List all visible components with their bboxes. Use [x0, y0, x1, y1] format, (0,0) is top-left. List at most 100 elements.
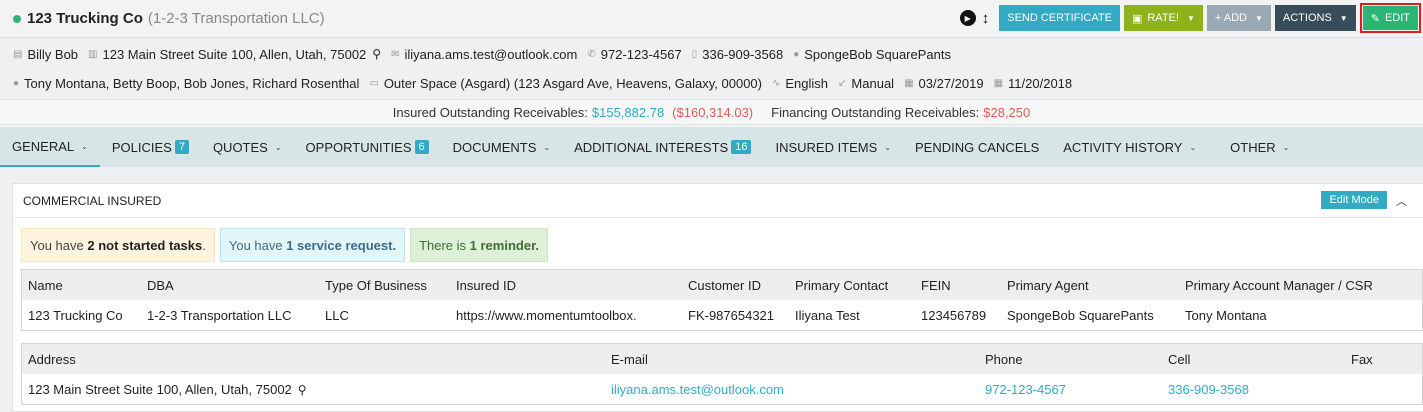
tab-activity-history[interactable]: ACTIVITY HISTORY ⌄ — [1051, 127, 1208, 167]
map-pin-icon[interactable]: ⚲ — [298, 383, 307, 397]
phone[interactable]: ✆ 972-123-4567 — [587, 47, 681, 62]
insured-receivables-value[interactable]: $155,882.78 — [592, 105, 664, 120]
alert-text: There is — [419, 237, 470, 253]
tab-label: POLICIES — [111, 139, 172, 155]
table-cell: Tony Montana — [1185, 307, 1267, 323]
contact-name-text: Billy Bob — [27, 46, 79, 62]
table-cell: LLC — [325, 307, 349, 323]
date-since: ▦ 11/20/2018 — [994, 76, 1073, 91]
tab-label: INSURED ITEMS — [775, 139, 878, 155]
tab-label: DOCUMENTS — [452, 139, 537, 155]
rate-button-label: RATE! — [1147, 12, 1179, 24]
service-request-alert[interactable]: You have 1 service request. — [219, 228, 406, 262]
commercial-insured-panel: COMMERCIAL INSURED Edit Mode ︿ You have … — [12, 183, 1423, 412]
building-icon: ▥ — [88, 48, 98, 60]
tab-label: ADDITIONAL INTERESTS — [574, 139, 729, 155]
cell-link[interactable]: 336-909-3568 — [1168, 382, 1249, 397]
column-header: Primary Agent — [1007, 277, 1089, 293]
page-subtitle: (1-2-3 Transportation LLC) — [147, 10, 325, 27]
tab-opportunities[interactable]: OPPORTUNITIES 6 — [294, 127, 441, 167]
phone-text: 972-123-4567 — [600, 46, 682, 62]
chevron-down-icon: ⌄ — [274, 142, 282, 152]
tab-quotes[interactable]: QUOTES ⌄ — [201, 127, 294, 167]
table-header-row: Address E-mail Phone Cell Fax — [22, 344, 1422, 374]
team: ● Tony Montana, Betty Boop, Bob Jones, Ri… — [13, 76, 359, 91]
column-header: Primary Account Manager / CSR — [1185, 277, 1373, 293]
insured-receivables-negative[interactable]: ($160,314.03) — [672, 105, 753, 120]
chevron-down-icon: ⌄ — [543, 142, 551, 152]
chevron-up-icon[interactable]: ︿ — [1396, 193, 1407, 209]
tag-icon: ▭ — [369, 77, 379, 89]
add-button[interactable]: + ADD ▼ — [1206, 5, 1271, 31]
page-title: 123 Trucking Co — [27, 10, 143, 27]
chevron-down-icon: ⌄ — [1189, 142, 1197, 152]
tab-policies[interactable]: POLICIES 7 — [100, 127, 201, 167]
calendar-icon: ▦ — [993, 77, 1004, 89]
tab-additional-interests[interactable]: ADDITIONAL INTERESTS 16 — [562, 127, 763, 167]
email[interactable]: ✉ iliyana.ams.test@outlook.com — [391, 47, 577, 62]
table-row: 123 Trucking Co 1-2-3 Transportation LLC… — [22, 300, 1422, 330]
edit-highlight: ✎ EDIT — [1359, 3, 1421, 33]
alert-bold: 2 not started tasks — [87, 237, 203, 253]
count-badge: 7 — [174, 140, 189, 154]
contact-info-table: Address E-mail Phone Cell Fax 123 Main S… — [21, 343, 1423, 405]
tab-label: GENERAL — [12, 138, 75, 154]
column-header: E-mail — [611, 351, 648, 367]
send-certificate-button[interactable]: SEND CERTIFICATE — [999, 5, 1120, 31]
financing-receivables-value[interactable]: $28,250 — [983, 105, 1030, 120]
column-header: Primary Contact — [795, 277, 889, 293]
column-header: Cell — [1168, 351, 1191, 367]
up-down-arrow-icon[interactable]: ↕ — [982, 11, 990, 26]
insured-receivables-label: Insured Outstanding Receivables: — [392, 104, 588, 120]
tab-other[interactable]: OTHER ⌄ — [1218, 127, 1301, 167]
alert-text: You have — [30, 237, 88, 253]
mobile[interactable]: ▯ 336-909-3568 — [692, 47, 783, 62]
phone-link[interactable]: 972-123-4567 — [985, 382, 1066, 397]
tab-label: QUOTES — [212, 139, 268, 155]
panel-header: COMMERCIAL INSURED Edit Mode ︿ — [13, 184, 1423, 218]
tab-general[interactable]: GENERAL ⌄ — [0, 127, 100, 167]
calendar-icon: ▦ — [904, 77, 914, 89]
play-icon[interactable]: ▶ — [959, 10, 976, 26]
column-header: FEIN — [921, 277, 951, 293]
reminder-alert[interactable]: There is 1 reminder. — [410, 228, 549, 262]
clipboard-icon: ▣ — [1131, 12, 1143, 25]
map-pin-icon[interactable]: ⚲ — [372, 47, 381, 61]
alert-bold: 1 reminder. — [469, 237, 540, 253]
agent-text: SpongeBob SquarePants — [804, 46, 951, 62]
tab-pending-cancels[interactable]: PENDING CANCELS — [903, 127, 1051, 167]
chevron-down-icon: ▼ — [1339, 13, 1348, 23]
address-text: 123 Main Street Suite 100, Allen, Utah, … — [102, 46, 367, 62]
tab-label: PENDING CANCELS — [915, 139, 1040, 155]
table-row: 123 Main Street Suite 100, Allen, Utah, … — [22, 374, 1422, 404]
table-cell: 123 Trucking Co — [28, 307, 123, 323]
receivables-bar: Insured Outstanding Receivables: $155,88… — [0, 99, 1423, 125]
tab-label: OTHER — [1230, 139, 1276, 155]
column-header: Type Of Business — [325, 277, 427, 293]
wave-icon: ∿ — [772, 77, 781, 89]
table-cell: SpongeBob SquarePants — [1007, 307, 1154, 323]
alert-text: . — [202, 237, 206, 253]
tasks-alert[interactable]: You have 2 not started tasks. — [21, 228, 215, 262]
alert-text: You have — [228, 237, 287, 253]
language-text: English — [785, 75, 829, 91]
tab-insured-items[interactable]: INSURED ITEMS ⌄ — [763, 127, 903, 167]
date1-text: 03/27/2019 — [918, 75, 984, 91]
edit-button[interactable]: ✎ EDIT — [1362, 6, 1418, 30]
actions-button-label: ACTIONS — [1282, 12, 1332, 24]
actions-button[interactable]: ACTIONS ▼ — [1274, 5, 1356, 31]
table-header-row: Name DBA Type Of Business Insured ID Cus… — [22, 270, 1422, 300]
financing-receivables-label: Financing Outstanding Receivables: — [771, 104, 980, 120]
table-cell[interactable]: https://www.momentumtoolbox. — [456, 308, 637, 323]
edit-mode-button[interactable]: Edit Mode — [1321, 191, 1387, 209]
table-cell: Iliyana Test — [795, 307, 860, 323]
chevron-down-icon: ▼ — [1254, 13, 1263, 23]
users-icon: ● — [13, 77, 20, 89]
id-card-icon: ▤ — [13, 48, 23, 60]
tab-documents[interactable]: DOCUMENTS ⌄ — [441, 127, 562, 167]
rate-button[interactable]: ▣ RATE! ▼ — [1123, 5, 1203, 31]
header-bar: 123 Trucking Co (1-2-3 Transportation LL… — [0, 0, 1423, 38]
tab-label: ACTIVITY HISTORY — [1063, 139, 1183, 155]
address: ▥ 123 Main Street Suite 100, Allen, Utah,… — [88, 47, 381, 62]
email-link[interactable]: iliyana.ams.test@outlook.com — [611, 382, 784, 397]
